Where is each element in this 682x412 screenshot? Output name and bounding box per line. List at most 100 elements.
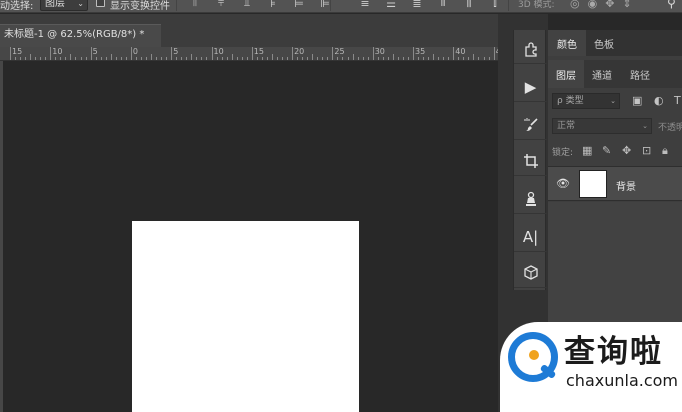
mode-3d-buttons: ◎ ◉ ✥ ⇕ <box>570 0 632 10</box>
ruler-tick <box>332 47 334 60</box>
ruler-tick <box>191 54 193 60</box>
stamp-tool-icon[interactable] <box>514 184 547 214</box>
blend-mode-select[interactable]: 正常 ⌄ <box>552 118 652 134</box>
ruler-label: 10 <box>213 47 224 56</box>
image-filter-icon[interactable]: ▣ <box>632 94 642 107</box>
ruler-label: 25 <box>334 47 345 56</box>
lock-position-icon[interactable]: ✥ <box>622 144 631 157</box>
ruler-tick <box>166 57 168 60</box>
document-canvas[interactable] <box>132 221 359 412</box>
layer-thumbnail <box>579 170 607 198</box>
document-tab-strip: 未标题-1 @ 62.5%(RGB/8*) * <box>0 14 512 47</box>
ruler-tick <box>423 57 425 60</box>
layers-panel-tabs: 图层 通道 路径 <box>548 60 682 88</box>
slide-3d-icon[interactable]: ⇕ <box>622 0 631 10</box>
ruler-tick <box>130 47 132 60</box>
ruler-tick <box>362 57 364 60</box>
chevron-down-icon: ⌄ <box>610 97 616 105</box>
ruler-tick <box>90 47 92 60</box>
ruler-tick <box>161 57 163 60</box>
ruler-label: 35 <box>415 47 426 56</box>
character-panel-icon[interactable]: A| <box>514 222 547 252</box>
ruler-tick <box>322 57 324 60</box>
ruler-tick <box>317 57 319 60</box>
lock-artboard-icon[interactable]: ⊡ <box>642 144 651 157</box>
tab-swatches[interactable]: 色板 <box>594 36 614 51</box>
auto-select-dropdown[interactable]: 图层 ⌄ <box>40 0 88 11</box>
ruler-tick <box>206 57 208 60</box>
distribute-left-icon[interactable]: ⫴ <box>430 0 456 9</box>
align-bottom-icon[interactable]: ⫫ <box>234 0 260 9</box>
ruler-tick <box>95 57 97 60</box>
ruler-label: 30 <box>374 47 385 56</box>
mode-3d-label: 3D 模式: <box>518 0 555 10</box>
3d-panel-icon[interactable] <box>514 258 547 288</box>
layer-filter-select[interactable]: ρ 类型 ⌄ <box>552 93 620 109</box>
opacity-label: 不透明 <box>658 123 682 133</box>
ruler-label: 40 <box>455 47 466 56</box>
ruler-tick <box>10 47 11 60</box>
ruler-tick <box>35 57 37 60</box>
show-transform-checkbox[interactable] <box>96 0 105 7</box>
ruler-tick <box>433 54 435 60</box>
roll-3d-icon[interactable]: ◉ <box>588 0 598 10</box>
actions-play-icon[interactable]: ▶ <box>514 72 547 102</box>
distribute-top-icon[interactable]: ≡ <box>352 0 378 10</box>
ruler-tick <box>287 57 289 60</box>
align-top-icon[interactable]: ⫪ <box>182 0 208 9</box>
tab-layers[interactable]: 图层 <box>556 67 576 82</box>
ruler-tick <box>25 57 27 60</box>
tab-channels[interactable]: 通道 <box>592 67 612 82</box>
ruler-label: 15 <box>253 47 264 56</box>
type-filter-icon[interactable]: T <box>674 94 681 107</box>
lock-transparent-icon[interactable]: ▦ <box>582 144 592 157</box>
distribute-hcenter-icon[interactable]: ⫼ <box>456 0 482 9</box>
ruler-tick <box>266 57 268 60</box>
ruler-tick <box>397 57 399 60</box>
distribute-right-icon[interactable]: ⫾ <box>482 0 508 9</box>
ruler-tick <box>418 57 420 60</box>
watermark-name: 查询啦 <box>564 334 663 370</box>
distribute-bottom-icon[interactable]: ≣ <box>404 0 430 10</box>
layer-row-background[interactable]: 👁︎ 背景 <box>548 167 682 201</box>
lock-all-icon[interactable]: 🔒︎ <box>662 144 668 158</box>
ruler-tick <box>292 47 294 60</box>
ruler-tick <box>151 54 153 60</box>
eye-icon[interactable]: 👁︎ <box>556 177 570 190</box>
watermark-domain: chaxunla.com <box>566 371 678 390</box>
align-hcenter-icon[interactable]: ⊨ <box>286 0 312 10</box>
ruler-label: 15 <box>12 47 23 56</box>
layer-filter-row: ρ 类型 ⌄ ▣ ◐ T <box>552 93 682 109</box>
brush-settings-icon[interactable] <box>514 110 547 140</box>
tab-paths[interactable]: 路径 <box>630 67 650 82</box>
search-icon[interactable]: ⚲ <box>667 0 676 10</box>
align-right-icon[interactable]: ⊫ <box>312 0 338 10</box>
ruler-tick <box>70 54 72 60</box>
ruler-tick <box>156 57 158 60</box>
ruler-tick <box>276 57 278 60</box>
align-left-icon[interactable]: ⊧ <box>260 0 286 10</box>
lock-image-icon[interactable]: ✎ <box>602 144 611 157</box>
ruler-tick <box>186 57 188 60</box>
ruler-tick <box>115 57 117 60</box>
drag-3d-icon[interactable]: ✥ <box>605 0 614 10</box>
orbit-3d-icon[interactable]: ◎ <box>570 0 580 10</box>
auto-select-value: 图层 <box>45 0 65 9</box>
ruler-tick <box>352 54 354 60</box>
ruler-tick <box>413 47 414 60</box>
horizontal-ruler: 15105051015202530354045 <box>0 47 498 61</box>
ruler-tick <box>45 57 47 60</box>
ruler-tick <box>241 57 243 60</box>
ruler-tick <box>387 57 389 60</box>
crop-tool-icon[interactable] <box>514 146 547 176</box>
distribute-vcenter-icon[interactable]: ☰ <box>378 0 404 10</box>
plugins-panel-icon[interactable] <box>514 34 547 64</box>
document-tab[interactable]: 未标题-1 @ 62.5%(RGB/8*) * <box>0 24 161 47</box>
ruler-tick <box>100 57 102 60</box>
tab-color[interactable]: 颜色 <box>557 36 577 51</box>
adjustment-filter-icon[interactable]: ◐ <box>654 94 664 107</box>
options-bar: 动选择: 图层 ⌄ 显示变换控件 ⫪ ⫩ ⫫ ⊧ ⊨ ⊫ ≡ ☰ ≣ ⫴ ⫼ ⫾… <box>0 0 682 13</box>
ruler-tick <box>302 57 304 60</box>
align-vcenter-icon[interactable]: ⫩ <box>208 0 234 9</box>
ruler-tick <box>483 57 485 60</box>
